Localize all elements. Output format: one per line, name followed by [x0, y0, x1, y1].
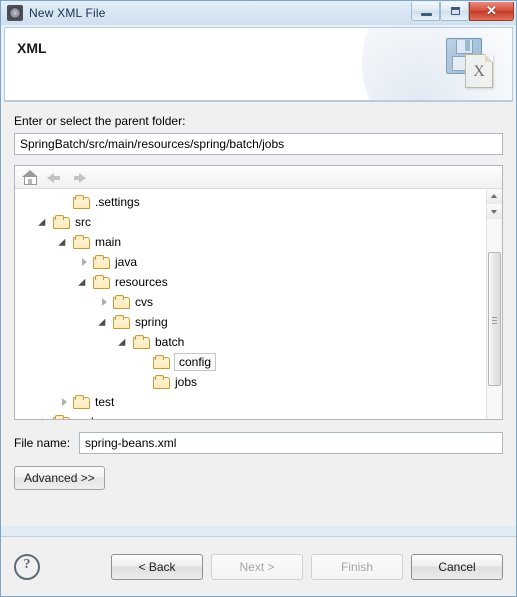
parent-folder-input[interactable]: SpringBatch/src/main/resources/spring/ba…	[14, 133, 503, 155]
tree-item-label: java	[115, 255, 138, 269]
tree-item-resources[interactable]: resources	[15, 272, 487, 292]
expand-twisty-icon[interactable]	[37, 414, 53, 419]
cancel-button[interactable]: Cancel	[411, 553, 503, 580]
dialog-footer: ? < Back Next > Finish Cancel	[1, 536, 516, 596]
back-arrow-icon[interactable]	[46, 169, 63, 185]
scroll-thumb-grip	[492, 315, 497, 324]
tree-item-cvs[interactable]: cvs	[15, 292, 487, 312]
tree-item-spring[interactable]: spring	[15, 312, 487, 332]
scroll-down-button[interactable]	[487, 204, 502, 219]
tree-item-label: xml	[75, 415, 97, 419]
maximize-button[interactable]	[440, 2, 469, 21]
floppy-label	[452, 56, 478, 71]
scroll-up-button[interactable]	[487, 189, 502, 204]
dialog-body: Enter or select the parent folder: Sprin…	[1, 102, 516, 526]
tree-scrollbar[interactable]	[486, 189, 502, 419]
minimize-button[interactable]	[411, 2, 440, 21]
twisty-spacer	[57, 194, 73, 210]
collapse-twisty-icon[interactable]	[77, 274, 93, 290]
eclipse-app-icon	[7, 5, 23, 21]
advanced-button[interactable]: Advanced >>	[14, 466, 105, 490]
folder-tree-panel: .settings src main java resources cvs spring ba…	[14, 165, 503, 420]
floppy-disk-icon	[446, 38, 482, 74]
xml-file-save-icon: X	[444, 34, 500, 90]
tree-item-label: test	[95, 395, 115, 409]
expand-twisty-icon[interactable]	[97, 294, 113, 310]
forward-arrow-icon[interactable]	[71, 169, 88, 185]
collapse-twisty-icon[interactable]	[37, 214, 53, 230]
tree-item-label: batch	[155, 335, 185, 349]
folder-icon	[153, 375, 170, 389]
tree-item-config[interactable]: config	[15, 352, 487, 372]
twisty-spacer	[137, 374, 153, 390]
tree-item-label: main	[95, 235, 122, 249]
expand-twisty-icon[interactable]	[77, 254, 93, 270]
collapse-twisty-icon[interactable]	[57, 234, 73, 250]
maximize-icon	[451, 7, 460, 15]
close-icon: ✕	[486, 3, 497, 18]
new-xml-file-dialog: New XML File ✕ XML X Enter or select the…	[0, 0, 517, 597]
folder-icon	[153, 355, 170, 369]
tree-toolbar	[15, 166, 502, 189]
tree-item-java[interactable]: java	[15, 252, 487, 272]
expand-twisty-icon[interactable]	[57, 394, 73, 410]
folder-icon	[73, 395, 90, 409]
footer-buttons: < Back Next > Finish Cancel	[111, 553, 503, 580]
tree-item-label: resources	[115, 275, 168, 289]
tree-item-batch[interactable]: batch	[15, 332, 487, 352]
file-name-input[interactable]: spring-beans.xml	[79, 432, 503, 454]
file-name-row: File name: spring-beans.xml	[14, 432, 503, 454]
tree-item-label: config	[173, 353, 217, 371]
folder-icon	[73, 195, 90, 209]
file-name-label: File name:	[14, 436, 71, 450]
help-icon[interactable]: ?	[14, 553, 40, 580]
home-icon[interactable]	[21, 169, 38, 185]
tree-item-src[interactable]: src	[15, 212, 487, 232]
scroll-track[interactable]	[487, 204, 502, 404]
back-button[interactable]: < Back	[111, 553, 203, 580]
tree-item-label: cvs	[135, 295, 153, 309]
help-glyph: ?	[23, 556, 31, 572]
tree-item-main[interactable]: main	[15, 232, 487, 252]
minimize-icon	[421, 13, 432, 16]
folder-icon	[133, 335, 150, 349]
tree-item-label: .settings	[95, 195, 140, 209]
twisty-spacer	[137, 354, 153, 370]
parent-folder-value: SpringBatch/src/main/resources/spring/ba…	[20, 137, 285, 151]
folder-icon	[53, 415, 70, 419]
tree-item-xml[interactable]: xml	[15, 412, 487, 419]
advanced-row: Advanced >>	[14, 466, 503, 490]
folder-icon	[53, 215, 70, 229]
next-button: Next >	[211, 553, 303, 580]
page-title: XML	[17, 40, 47, 56]
folder-tree[interactable]: .settings src main java resources cvs spring ba…	[15, 189, 487, 419]
tree-item-label: src	[75, 215, 91, 229]
window-title: New XML File	[29, 6, 106, 20]
close-button[interactable]: ✕	[469, 2, 514, 21]
collapse-twisty-icon[interactable]	[117, 334, 133, 350]
tree-item-label: spring	[135, 315, 168, 329]
tree-item-settings[interactable]: .settings	[15, 192, 487, 212]
title-bar: New XML File ✕	[1, 1, 516, 25]
window-controls: ✕	[411, 2, 514, 21]
folder-icon	[113, 315, 130, 329]
folder-icon	[93, 275, 110, 289]
wizard-header: XML X	[4, 27, 513, 101]
scroll-thumb[interactable]	[488, 252, 501, 386]
floppy-shutter	[456, 40, 473, 54]
document-x-glyph: X	[473, 63, 485, 80]
folder-icon	[113, 295, 130, 309]
tree-item-jobs[interactable]: jobs	[15, 372, 487, 392]
document-icon: X	[465, 54, 493, 88]
collapse-twisty-icon[interactable]	[97, 314, 113, 330]
parent-folder-label: Enter or select the parent folder:	[14, 114, 186, 128]
finish-button: Finish	[311, 553, 403, 580]
folder-icon	[73, 235, 90, 249]
folder-icon	[93, 255, 110, 269]
file-name-value: spring-beans.xml	[85, 436, 177, 450]
tree-item-label: jobs	[175, 375, 198, 389]
tree-item-test[interactable]: test	[15, 392, 487, 412]
